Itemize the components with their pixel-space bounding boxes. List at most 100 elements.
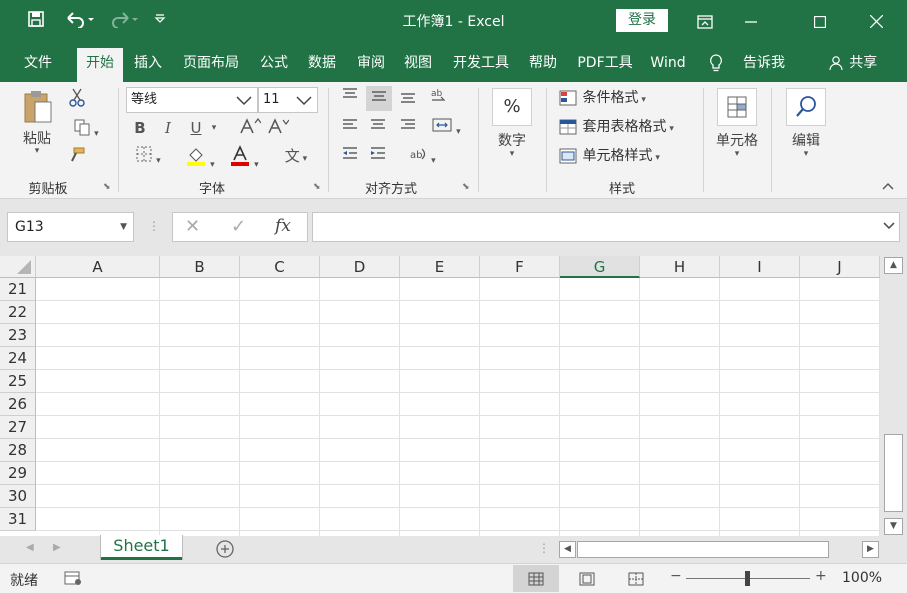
- decrease-indent-icon[interactable]: [338, 145, 362, 170]
- zoom-slider-thumb[interactable]: [745, 571, 750, 586]
- tab-home[interactable]: 开始: [77, 48, 123, 82]
- tab-help[interactable]: 帮助: [521, 48, 565, 82]
- enter-icon[interactable]: ✓: [231, 216, 246, 237]
- number-format-button[interactable]: % 数字 ▾: [486, 88, 538, 168]
- page-break-preview-icon[interactable]: [613, 565, 659, 592]
- font-size-combo[interactable]: 11: [258, 87, 318, 113]
- paste-button[interactable]: 粘贴 ▾: [14, 88, 60, 168]
- merge-center-icon[interactable]: ▾: [426, 116, 466, 143]
- font-name-combo[interactable]: 等线: [126, 87, 258, 113]
- close-icon[interactable]: [853, 0, 899, 42]
- column-header-a[interactable]: A: [36, 256, 160, 278]
- previous-sheet-icon[interactable]: ◀: [26, 542, 34, 553]
- row-header[interactable]: 31: [0, 508, 36, 531]
- tab-page-layout[interactable]: 页面布局: [176, 48, 246, 82]
- tab-data[interactable]: 数据: [300, 48, 344, 82]
- vertical-scrollbar[interactable]: ▲ ▼: [880, 256, 907, 536]
- align-right-icon[interactable]: [396, 116, 420, 141]
- page-layout-view-icon[interactable]: [564, 565, 610, 592]
- customize-qat-icon[interactable]: [150, 10, 170, 30]
- horizontal-scroll-thumb[interactable]: [577, 541, 829, 558]
- font-launcher-icon[interactable]: ⬊: [313, 182, 323, 192]
- lightbulb-icon[interactable]: [705, 48, 727, 82]
- formula-bar-splitter-icon[interactable]: ⋮: [148, 219, 160, 235]
- column-header-h[interactable]: H: [640, 256, 720, 278]
- align-middle-icon[interactable]: [366, 86, 392, 111]
- maximize-icon[interactable]: [797, 0, 843, 42]
- tab-insert[interactable]: 插入: [126, 48, 170, 82]
- orientation-icon[interactable]: ab: [426, 86, 450, 113]
- cut-icon[interactable]: [66, 88, 88, 115]
- tab-wind[interactable]: Wind: [644, 48, 692, 82]
- cells-button[interactable]: 单元格 ▾: [708, 88, 766, 168]
- undo-icon[interactable]: [62, 10, 96, 30]
- increase-indent-icon[interactable]: [366, 145, 390, 170]
- add-sheet-icon[interactable]: [215, 539, 235, 563]
- tab-splitter-icon[interactable]: ⋮: [538, 541, 550, 555]
- row-header[interactable]: 21: [0, 278, 36, 301]
- tab-review[interactable]: 审阅: [349, 48, 393, 82]
- formula-input[interactable]: [312, 212, 900, 242]
- name-box-dropdown-icon[interactable]: ▼: [120, 213, 127, 241]
- ribbon-display-options-icon[interactable]: [682, 0, 728, 42]
- share-button[interactable]: 共享: [822, 48, 884, 82]
- horizontal-scrollbar[interactable]: ◀ ▶: [559, 541, 881, 558]
- worksheet-grid[interactable]: A B C D E F G H I J 21 22 23 24 25 26 27…: [0, 256, 880, 536]
- alignment-launcher-icon[interactable]: ⬊: [462, 182, 472, 192]
- format-as-table-button[interactable]: 套用表格格式 ▾: [558, 116, 694, 140]
- copy-icon[interactable]: ▾: [66, 118, 106, 145]
- align-bottom-icon[interactable]: [396, 86, 420, 111]
- login-button[interactable]: 登录: [616, 9, 668, 32]
- align-center-icon[interactable]: [366, 116, 390, 141]
- row-header[interactable]: 23: [0, 324, 36, 347]
- tab-file[interactable]: 文件: [14, 48, 62, 82]
- fill-color-icon[interactable]: ▾: [180, 145, 220, 176]
- zoom-level[interactable]: 100%: [842, 570, 882, 586]
- next-sheet-icon[interactable]: ▶: [53, 542, 61, 553]
- bold-button[interactable]: B: [130, 117, 150, 139]
- macro-recording-icon[interactable]: [64, 570, 82, 590]
- expand-formula-bar-icon[interactable]: [883, 220, 895, 236]
- clipboard-launcher-icon[interactable]: ⬊: [103, 182, 113, 192]
- row-header[interactable]: 28: [0, 439, 36, 462]
- cell-area[interactable]: [36, 278, 880, 536]
- minimize-icon[interactable]: [728, 0, 774, 42]
- format-painter-icon[interactable]: [66, 146, 88, 171]
- tab-tell-me[interactable]: 告诉我: [736, 48, 792, 82]
- row-header[interactable]: 27: [0, 416, 36, 439]
- scroll-right-icon[interactable]: ▶: [862, 541, 879, 558]
- scroll-left-icon[interactable]: ◀: [559, 541, 576, 558]
- wrap-text-icon[interactable]: ab ▾: [402, 145, 442, 172]
- decrease-font-size-icon[interactable]: [266, 117, 290, 142]
- column-header-d[interactable]: D: [320, 256, 400, 278]
- insert-function-icon[interactable]: fx: [275, 216, 291, 236]
- underline-button[interactable]: U: [186, 117, 206, 139]
- row-header[interactable]: 22: [0, 301, 36, 324]
- vertical-scroll-thumb[interactable]: [884, 434, 903, 512]
- scroll-up-icon[interactable]: ▲: [884, 257, 903, 274]
- name-box[interactable]: G13 ▼: [7, 212, 134, 242]
- column-header-g[interactable]: G: [560, 256, 640, 278]
- editing-button[interactable]: 编辑 ▾: [778, 88, 834, 168]
- column-header-e[interactable]: E: [400, 256, 480, 278]
- increase-font-size-icon[interactable]: [238, 117, 262, 142]
- sheet-tab-sheet1[interactable]: Sheet1: [101, 535, 182, 560]
- tab-formulas[interactable]: 公式: [252, 48, 296, 82]
- column-header-i[interactable]: I: [720, 256, 800, 278]
- tab-pdf-tools[interactable]: PDF工具: [571, 48, 639, 82]
- italic-button[interactable]: I: [158, 117, 178, 139]
- column-header-f[interactable]: F: [480, 256, 560, 278]
- borders-icon[interactable]: ▾: [128, 145, 168, 172]
- normal-view-icon[interactable]: [513, 565, 559, 592]
- conditional-formatting-button[interactable]: 条件格式 ▾: [558, 87, 670, 111]
- scroll-down-icon[interactable]: ▼: [884, 518, 903, 535]
- column-header-b[interactable]: B: [160, 256, 240, 278]
- align-top-icon[interactable]: [338, 86, 362, 111]
- collapse-ribbon-icon[interactable]: [878, 178, 898, 200]
- phonetic-guide-icon[interactable]: 文 ▾: [276, 145, 316, 170]
- select-all-button[interactable]: [0, 256, 36, 278]
- row-header[interactable]: 24: [0, 347, 36, 370]
- zoom-in-button[interactable]: +: [815, 568, 827, 584]
- column-header-j[interactable]: J: [800, 256, 880, 278]
- row-header[interactable]: 30: [0, 485, 36, 508]
